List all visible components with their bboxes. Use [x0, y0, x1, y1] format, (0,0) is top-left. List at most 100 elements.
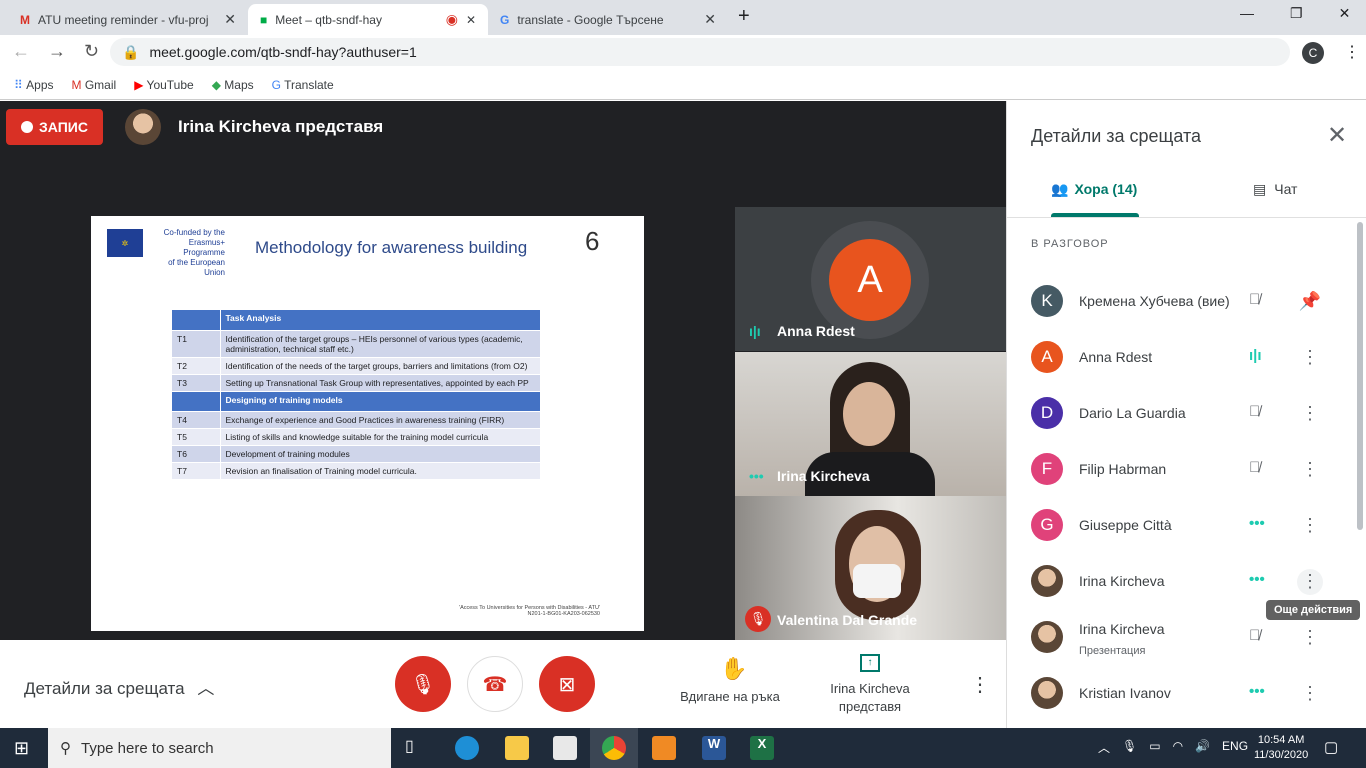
- close-panel-icon[interactable]: ✕: [1327, 121, 1347, 150]
- meeting-details-button[interactable]: Детайли за срещата ︿: [24, 674, 214, 699]
- mic-off-icon: 🎙: [410, 673, 436, 696]
- forward-icon[interactable]: →: [48, 41, 66, 62]
- tab-translate[interactable]: Gtranslate - Google Търсене ✕: [488, 4, 728, 35]
- youtube-icon: ▶: [134, 77, 144, 92]
- task-table: Task Analysis T1 Identification of the tar…: [172, 310, 540, 480]
- tab-meet[interactable]: ■ Meet – qtb-sndf-hay ◉ ✕: [248, 4, 488, 35]
- bookmark-gmail[interactable]: M Gmail: [72, 78, 117, 92]
- more-actions-icon[interactable]: ⋮: [1297, 625, 1323, 651]
- table-row: T4 Exchange of experience and Good Practi…: [172, 411, 540, 429]
- apps-icon: ⠿: [14, 77, 23, 92]
- participant-item[interactable]: K Кремена Хубчева (вие) 🎙̸ 📌: [1031, 273, 1341, 329]
- store-icon[interactable]: [553, 736, 577, 760]
- bookmark-maps[interactable]: ◆ Maps: [212, 78, 254, 92]
- wifi-icon[interactable]: ◠: [1173, 739, 1183, 756]
- task-id: T7: [172, 462, 221, 480]
- close-window-icon[interactable]: ✕: [1339, 5, 1351, 22]
- pdf-app-icon[interactable]: [652, 736, 676, 760]
- camera-toggle-button[interactable]: ⊠: [539, 656, 595, 712]
- tab-chat[interactable]: ▤ Чат: [1253, 181, 1297, 198]
- tab-people[interactable]: 👥 Хора (14): [1051, 181, 1137, 198]
- participant-item[interactable]: A Anna Rdest ı|ı ⋮: [1031, 329, 1341, 385]
- address-bar[interactable]: 🔒 meet.google.com/qtb-sndf-hay?authuser=1: [110, 38, 1290, 66]
- camera-off-icon: ⊠: [558, 673, 576, 696]
- participant-item[interactable]: G Giuseppe Città ••• ⋮: [1031, 497, 1341, 553]
- tab-bar: M ATU meeting reminder - vfu-proj ✕ ■ Meet …: [0, 0, 1366, 35]
- url-text: meet.google.com/qtb-sndf-hay?authuser=1: [149, 44, 417, 60]
- more-actions-icon[interactable]: ⋮: [1297, 401, 1323, 427]
- excel-icon[interactable]: X: [750, 736, 774, 760]
- participant-item[interactable]: F Filip Habrman 🎙̸ ⋮: [1031, 441, 1341, 497]
- divider: [1007, 217, 1366, 218]
- battery-icon[interactable]: ▭: [1149, 739, 1160, 756]
- avatar: [1031, 677, 1063, 709]
- mic-toggle-button[interactable]: 🎙: [395, 656, 451, 712]
- active-dots-icon: •••: [749, 468, 764, 484]
- windows-start-icon[interactable]: ⊞: [14, 738, 29, 759]
- table-row: T6 Development of training modules: [172, 445, 540, 463]
- task-id: T2: [172, 357, 221, 375]
- volume-icon[interactable]: 🔊: [1195, 739, 1210, 756]
- tile-name: Valentina Dal Grande: [777, 612, 918, 628]
- clock[interactable]: 10:54 AM 11/30/2020: [1254, 733, 1308, 763]
- new-tab-button[interactable]: +: [738, 5, 750, 28]
- mic-icon[interactable]: 🎙: [1122, 739, 1137, 756]
- recording-badge: ЗАПИС: [6, 109, 103, 145]
- bookmark-apps[interactable]: ⠿ Apps: [14, 78, 54, 92]
- scrollbar[interactable]: [1357, 222, 1363, 530]
- presentation-slide: ✲ Co-funded by the Erasmus+ Programme of t…: [91, 216, 644, 631]
- tab-gmail[interactable]: M ATU meeting reminder - vfu-proj ✕: [8, 4, 248, 35]
- chrome-icon: [602, 736, 626, 760]
- tile-name: Irina Kircheva: [777, 468, 870, 484]
- file-explorer-icon[interactable]: [505, 736, 529, 760]
- maximize-icon[interactable]: ❐: [1290, 5, 1303, 22]
- raise-hand-button[interactable]: Вдигане на ръка: [670, 689, 790, 704]
- task-description: Identification of the target groups – HE…: [220, 330, 540, 358]
- tile-anna: A ı|ı Anna Rdest: [735, 207, 1006, 351]
- task-id: T6: [172, 445, 221, 463]
- task-description: Identification of the needs of the targe…: [220, 357, 540, 375]
- participant-name: Dario La Guardia: [1079, 405, 1186, 421]
- avatar: G: [1031, 509, 1063, 541]
- participant-name: Anna Rdest: [1079, 349, 1153, 365]
- participant-item[interactable]: Kristian Ivanov ••• ⋮: [1031, 665, 1341, 721]
- notifications-icon[interactable]: ▢: [1324, 738, 1338, 756]
- lock-icon: 🔒: [122, 43, 140, 60]
- bookmark-youtube[interactable]: ▶ YouTube: [134, 78, 194, 92]
- word-icon[interactable]: W: [702, 736, 726, 760]
- gmail-icon: M: [71, 77, 82, 92]
- mic-off-icon: 🎙̸: [1249, 459, 1261, 476]
- close-tab-icon[interactable]: ✕: [466, 13, 476, 27]
- minimize-icon[interactable]: —: [1240, 5, 1254, 22]
- presenting-button[interactable]: Irina Kircheva представя: [815, 680, 925, 716]
- task-description: Task Analysis: [220, 310, 540, 331]
- menu-icon[interactable]: ⋮: [1344, 42, 1360, 62]
- close-tab-icon[interactable]: ✕: [704, 11, 716, 28]
- more-actions-icon[interactable]: ⋮: [1297, 345, 1323, 371]
- participant-item[interactable]: D Dario La Guardia 🎙̸ ⋮: [1031, 385, 1341, 441]
- table-row: Designing of training models: [172, 391, 540, 412]
- system-tray: ︿ 🎙 ▭ ◠ 🔊 ENG: [1098, 739, 1248, 756]
- chrome-taskbar-button[interactable]: [590, 728, 638, 768]
- profile-avatar[interactable]: C: [1302, 42, 1324, 64]
- edge-icon[interactable]: [455, 736, 479, 760]
- more-actions-icon[interactable]: ⋮: [1297, 681, 1323, 707]
- back-icon[interactable]: ←: [12, 41, 30, 62]
- pin-icon[interactable]: 📌: [1297, 289, 1323, 315]
- muted-mic-icon: 🎙: [745, 606, 771, 632]
- leave-call-button[interactable]: ☎: [467, 656, 523, 712]
- task-view-icon[interactable]: ▯: [405, 736, 429, 760]
- chevron-up-icon[interactable]: ︿: [1098, 739, 1110, 756]
- more-actions-icon[interactable]: ⋮: [1297, 457, 1323, 483]
- present-icon: ↑: [860, 654, 880, 672]
- more-actions-icon[interactable]: ⋮: [1297, 513, 1323, 539]
- more-options-icon[interactable]: ⋮: [970, 672, 990, 697]
- language-indicator[interactable]: ENG: [1222, 739, 1248, 756]
- taskbar-search[interactable]: ⚲ Type here to search: [48, 728, 391, 768]
- reload-icon[interactable]: ↻: [84, 41, 99, 62]
- bookmark-translate[interactable]: G Translate: [272, 78, 334, 92]
- avatar: F: [1031, 453, 1063, 485]
- more-actions-icon[interactable]: ⋮: [1297, 569, 1323, 595]
- avatar: K: [1031, 285, 1063, 317]
- close-tab-icon[interactable]: ✕: [224, 11, 236, 28]
